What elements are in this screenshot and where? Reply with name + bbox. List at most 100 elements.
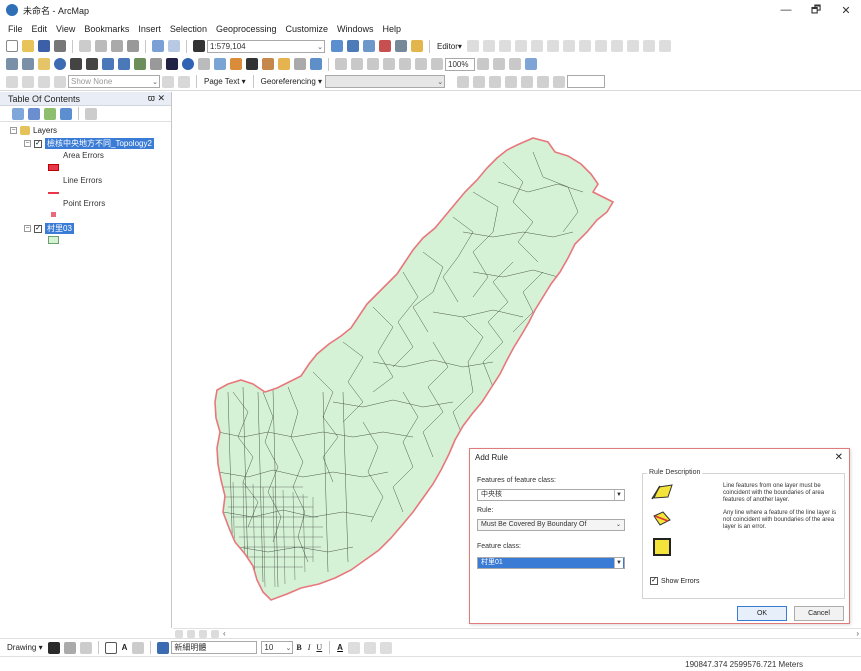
show-errors-check-icon[interactable]: ✓	[650, 577, 658, 585]
split-icon[interactable]	[594, 40, 607, 52]
straight-segment-icon[interactable]	[498, 40, 511, 52]
full-extent-icon[interactable]	[54, 58, 66, 70]
toggle-draft-mode-icon[interactable]	[477, 58, 489, 70]
dialog-close-button[interactable]: ✕	[835, 452, 843, 463]
layer-visibility-checkbox[interactable]: ✓	[34, 139, 42, 148]
add-control-points-icon[interactable]	[505, 75, 518, 88]
collapse-icon[interactable]: −	[24, 225, 31, 232]
options-icon[interactable]	[85, 107, 97, 120]
layout-zoom-in-icon[interactable]	[335, 58, 347, 70]
zoom-to-selected-icon[interactable]	[79, 641, 92, 654]
font-color-button[interactable]: A	[337, 643, 343, 652]
select-elements-icon[interactable]	[47, 641, 60, 654]
link-table-icon[interactable]	[521, 75, 534, 88]
undo-icon[interactable]	[152, 40, 164, 52]
select-elements-icon[interactable]	[166, 58, 178, 70]
menu-geoprocessing[interactable]: Geoprocessing	[216, 24, 277, 34]
create-viewer-window-icon[interactable]	[310, 58, 322, 70]
georeferencing-menu[interactable]: Georeferencing ▾	[261, 77, 322, 86]
layout-zoom-out-icon[interactable]	[351, 58, 363, 70]
new-document-icon[interactable]	[6, 40, 18, 52]
viewer-icon[interactable]	[537, 75, 550, 88]
change-layout-icon[interactable]	[509, 58, 521, 70]
features-select[interactable]: 中央核 ▼	[477, 489, 625, 501]
edit-vertices-icon[interactable]	[546, 40, 559, 52]
zoom-in-icon[interactable]	[6, 58, 18, 70]
layers-root[interactable]: − Layers	[10, 126, 57, 135]
rotate-tool-icon[interactable]	[457, 75, 470, 88]
menu-view[interactable]: View	[56, 24, 75, 34]
list-by-drawing-order-icon[interactable]	[12, 107, 24, 120]
fixed-zoom-out-icon[interactable]	[86, 58, 98, 70]
copy-icon[interactable]	[95, 40, 107, 52]
fill-color-icon[interactable]	[347, 641, 360, 654]
menu-bookmarks[interactable]: Bookmarks	[84, 24, 129, 34]
georeferencing-layer-combo[interactable]: ⌄	[325, 75, 446, 88]
add-data-icon[interactable]	[193, 40, 205, 52]
attributes-icon[interactable]	[626, 40, 639, 52]
identify-icon[interactable]	[182, 58, 194, 70]
magnifier-icon[interactable]	[553, 75, 566, 88]
arctoolbox-icon[interactable]	[379, 40, 391, 52]
table-icon[interactable]	[38, 75, 50, 88]
layer-villages[interactable]: − ✓ 村里03	[24, 223, 74, 234]
measure-icon[interactable]	[230, 58, 242, 70]
modelbuilder-icon[interactable]	[411, 40, 423, 52]
rotate-element-icon[interactable]	[63, 641, 76, 654]
reshape-icon[interactable]	[562, 40, 575, 52]
underline-button[interactable]: U	[316, 643, 322, 652]
layout-zoom-combo[interactable]: 100%	[445, 57, 475, 71]
ok-button[interactable]: OK	[737, 606, 787, 621]
layer-dropdown[interactable]: Show None ⌄	[68, 75, 160, 88]
editor-toolbar-icon[interactable]	[331, 40, 343, 52]
open-folder-icon[interactable]	[22, 40, 34, 52]
menu-help[interactable]: Help	[383, 24, 402, 34]
italic-button[interactable]: I	[308, 643, 311, 652]
time-slider-icon[interactable]	[294, 58, 306, 70]
restore-button[interactable]: 🗗	[801, 0, 831, 20]
cut-polygons-icon[interactable]	[578, 40, 591, 52]
html-popup-icon[interactable]	[214, 58, 226, 70]
save-icon[interactable]	[38, 40, 50, 52]
refresh-icon[interactable]	[199, 629, 207, 638]
print-icon[interactable]	[54, 40, 66, 52]
bold-button[interactable]: B	[296, 643, 301, 652]
play-icon[interactable]	[162, 75, 174, 88]
catalog-icon[interactable]	[363, 40, 375, 52]
layout-next-extent-icon[interactable]	[431, 58, 443, 70]
delete-icon[interactable]	[127, 40, 139, 52]
marker-color-icon[interactable]	[379, 641, 392, 654]
pause-icon[interactable]	[211, 629, 219, 638]
python-icon[interactable]	[395, 40, 407, 52]
layout-fixed-zoom-icon[interactable]	[399, 58, 411, 70]
menu-insert[interactable]: Insert	[138, 24, 161, 34]
find-route-icon[interactable]	[262, 58, 274, 70]
fixed-zoom-in-icon[interactable]	[70, 58, 82, 70]
page-text-menu[interactable]: Page Text ▾	[204, 77, 246, 86]
trace-icon[interactable]	[514, 40, 527, 52]
point-icon[interactable]	[530, 40, 543, 52]
layer-list-icon[interactable]	[22, 75, 34, 88]
edit-annotation-icon[interactable]	[482, 40, 495, 52]
go-back-icon[interactable]	[102, 58, 114, 70]
layout-previous-extent-icon[interactable]	[415, 58, 427, 70]
layout-pan-icon[interactable]	[367, 58, 379, 70]
table-of-contents-icon[interactable]	[347, 40, 359, 52]
rectangle-tool-icon[interactable]	[104, 641, 117, 654]
find-icon[interactable]	[246, 58, 258, 70]
create-features-icon[interactable]	[658, 40, 671, 52]
menu-customize[interactable]: Customize	[286, 24, 329, 34]
show-errors-checkbox[interactable]: ✓ Show Errors	[650, 577, 700, 585]
go-to-xy-icon[interactable]	[278, 58, 290, 70]
first-record-icon[interactable]	[54, 75, 66, 88]
layout-view-icon[interactable]	[187, 629, 195, 638]
go-forward-icon[interactable]	[118, 58, 130, 70]
focus-data-frame-icon[interactable]	[493, 58, 505, 70]
line-color-icon[interactable]	[363, 641, 376, 654]
scroll-right-icon[interactable]: ›	[856, 629, 859, 638]
minimize-button[interactable]: —	[771, 0, 801, 20]
toc-close-button[interactable]: ϖ ✕	[148, 93, 165, 104]
editor-menu[interactable]: Editor▾	[437, 42, 462, 51]
data-view-icon[interactable]	[175, 629, 183, 638]
rotate-icon[interactable]	[610, 40, 623, 52]
